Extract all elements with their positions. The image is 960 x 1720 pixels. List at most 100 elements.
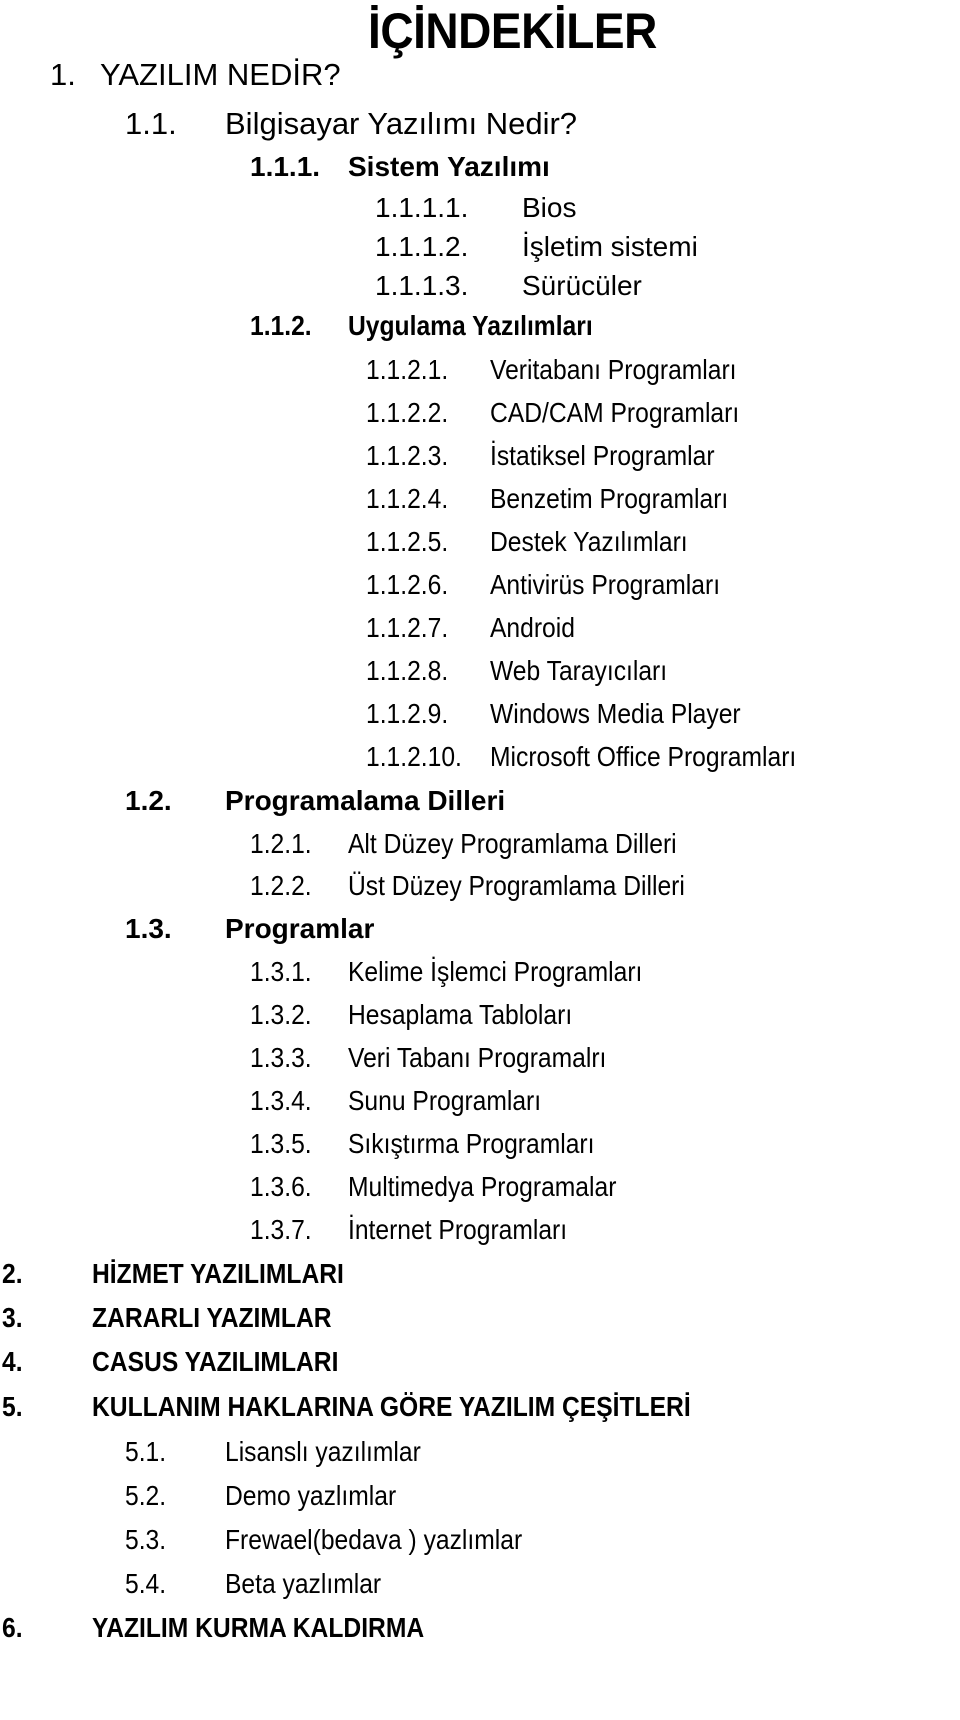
toc-entry[interactable]: 1.1.2.6. Antivirüs Programları xyxy=(0,565,960,605)
toc-entry[interactable]: 5.3. Frewael(bedava ) yazlımlar xyxy=(0,1520,960,1560)
toc-entry[interactable]: 1.1.2.5. Destek Yazılımları xyxy=(0,522,960,562)
toc-entry-text: Windows Media Player xyxy=(490,698,741,729)
toc-entry[interactable]: 1.1. Bilgisayar Yazılımı Nedir? xyxy=(0,104,960,144)
toc-entry-text: Sıkıştırma Programları xyxy=(348,1128,595,1159)
toc-entry-number: 1.1.2.5. xyxy=(366,526,449,557)
toc-entry-text: Antivirüs Programları xyxy=(490,569,721,600)
toc-entry-text: Frewael(bedava ) yazlımlar xyxy=(225,1524,523,1555)
toc-entry[interactable]: 1.3. Programlar xyxy=(0,909,960,949)
toc-entry[interactable]: 1.1.1.3. Sürücüler xyxy=(0,266,960,306)
toc-entry[interactable]: 1.3.7. İnternet Programları xyxy=(0,1210,960,1250)
toc-entry-text: Kelime İşlemci Programları xyxy=(348,956,643,987)
toc-entry-text: Lisanslı yazılımlar xyxy=(225,1436,421,1467)
toc-entry-text: Bilgisayar Yazılımı Nedir? xyxy=(225,106,578,141)
toc-entry-text: Programalama Dilleri xyxy=(225,785,506,816)
toc-entry-text: Uygulama Yazılımları xyxy=(348,310,593,341)
toc-entry-text: Sistem Yazılımı xyxy=(348,151,550,182)
toc-entry-text: HİZMET YAZILIMLARI xyxy=(92,1258,344,1289)
toc-entry-number: 1.2. xyxy=(125,785,172,816)
toc-entry[interactable]: 1.1.2.3. İstatiksel Programlar xyxy=(0,436,960,476)
toc-entry-text: CAD/CAM Programları xyxy=(490,397,740,428)
toc-entry[interactable]: 6. YAZILIM KURMA KALDIRMA xyxy=(0,1608,960,1648)
toc-entry-text: Alt Düzey Programlama Dilleri xyxy=(348,828,677,859)
table-of-contents: 1. YAZILIM NEDİR? 1.1. Bilgisayar Yazılı… xyxy=(0,0,960,1720)
toc-entry-number: 1.3.6. xyxy=(250,1171,312,1202)
toc-entry-text: Üst Düzey Programlama Dilleri xyxy=(348,870,685,901)
toc-entry-text: Web Tarayıcıları xyxy=(490,655,668,686)
toc-entry-text: Veri Tabanı Programalrı xyxy=(348,1042,607,1073)
toc-entry-number: 1.3.3. xyxy=(250,1042,312,1073)
toc-entry[interactable]: 1.3.3. Veri Tabanı Programalrı xyxy=(0,1038,960,1078)
toc-entry-text: KULLANIM HAKLARINA GÖRE YAZILIM ÇEŞİTLER… xyxy=(92,1391,691,1422)
toc-entry-number: 1.1.1.3. xyxy=(375,270,469,301)
toc-entry-text: Demo yazlımlar xyxy=(225,1480,397,1511)
toc-entry-number: 1.1.2.4. xyxy=(366,483,449,514)
toc-entry[interactable]: 1.1.1.1. Bios xyxy=(0,188,960,228)
toc-entry[interactable]: 1.3.5. Sıkıştırma Programları xyxy=(0,1124,960,1164)
toc-entry[interactable]: 1.3.2. Hesaplama Tabloları xyxy=(0,995,960,1035)
toc-entry-number: 1.2.2. xyxy=(250,870,312,901)
toc-entry-number: 1.1.1.2. xyxy=(375,231,469,262)
toc-entry[interactable]: 1.1.1. Sistem Yazılımı xyxy=(0,147,960,187)
toc-entry[interactable]: 1.3.4. Sunu Programları xyxy=(0,1081,960,1121)
toc-entry-text: Veritabanı Programları xyxy=(490,354,737,385)
toc-entry-number: 1.1. xyxy=(125,106,177,141)
toc-entry-number: 1.1.2.9. xyxy=(366,698,449,729)
toc-entry-number: 5.3. xyxy=(125,1524,167,1555)
toc-entry[interactable]: 1.1.2.4. Benzetim Programları xyxy=(0,479,960,519)
toc-entry-text: Multimedya Programalar xyxy=(348,1171,617,1202)
toc-entry-number: 1.2.1. xyxy=(250,828,312,859)
toc-entry-text: Sunu Programları xyxy=(348,1085,542,1116)
toc-entry[interactable]: 1.3.1. Kelime İşlemci Programları xyxy=(0,952,960,992)
toc-entry[interactable]: 1.1.2.9. Windows Media Player xyxy=(0,694,960,734)
toc-entry-text: Android xyxy=(490,612,575,643)
toc-entry[interactable]: 1.2.1. Alt Düzey Programlama Dilleri xyxy=(0,824,960,864)
toc-entry-number: 5.2. xyxy=(125,1480,167,1511)
toc-entry[interactable]: 1.1.2. Uygulama Yazılımları xyxy=(0,306,960,346)
toc-entry-number: 4. xyxy=(2,1346,23,1377)
toc-entry-number: 1.1.2.6. xyxy=(366,569,449,600)
toc-entry-text: İnternet Programları xyxy=(348,1214,568,1245)
toc-entry[interactable]: 1. YAZILIM NEDİR? xyxy=(0,55,960,95)
toc-entry-number: 1.3.4. xyxy=(250,1085,312,1116)
toc-entry-number: 6. xyxy=(2,1612,23,1643)
toc-entry-number: 1. xyxy=(50,57,76,92)
toc-entry[interactable]: 1.3.6. Multimedya Programalar xyxy=(0,1167,960,1207)
toc-entry[interactable]: 3. ZARARLI YAZIMLAR xyxy=(0,1298,960,1338)
toc-entry-number: 5.4. xyxy=(125,1568,167,1599)
toc-entry[interactable]: 5.2. Demo yazlımlar xyxy=(0,1476,960,1516)
toc-entry-number: 1.1.2.1. xyxy=(366,354,449,385)
toc-entry-text: İşletim sistemi xyxy=(522,231,698,262)
toc-entry[interactable]: 2. HİZMET YAZILIMLARI xyxy=(0,1254,960,1294)
toc-entry-number: 1.1.2.3. xyxy=(366,440,449,471)
toc-entry[interactable]: 1.2. Programalama Dilleri xyxy=(0,781,960,821)
toc-entry-text: ZARARLI YAZIMLAR xyxy=(92,1302,332,1333)
toc-entry-number: 1.1.2. xyxy=(250,310,312,341)
toc-entry[interactable]: 4. CASUS YAZILIMLARI xyxy=(0,1342,960,1382)
toc-entry[interactable]: 1.1.2.1. Veritabanı Programları xyxy=(0,350,960,390)
toc-entry-text: YAZILIM KURMA KALDIRMA xyxy=(92,1612,425,1643)
toc-entry-text: Sürücüler xyxy=(522,270,642,301)
toc-entry[interactable]: 1.1.2.8. Web Tarayıcıları xyxy=(0,651,960,691)
toc-entry-text: YAZILIM NEDİR? xyxy=(100,57,341,92)
toc-entry-number: 1.1.2.10. xyxy=(366,741,462,772)
toc-entry-number: 5. xyxy=(2,1391,23,1422)
toc-entry-number: 1.1.2.7. xyxy=(366,612,449,643)
toc-entry[interactable]: 1.1.2.2. CAD/CAM Programları xyxy=(0,393,960,433)
toc-entry-number: 5.1. xyxy=(125,1436,167,1467)
toc-entry[interactable]: 1.2.2. Üst Düzey Programlama Dilleri xyxy=(0,866,960,906)
toc-entry-text: CASUS YAZILIMLARI xyxy=(92,1346,339,1377)
toc-entry[interactable]: 1.1.1.2. İşletim sistemi xyxy=(0,227,960,267)
toc-entry-text: Benzetim Programları xyxy=(490,483,729,514)
toc-entry-text: Microsoft Office Programları xyxy=(490,741,797,772)
toc-entry-number: 1.3.5. xyxy=(250,1128,312,1159)
toc-entry-text: Bios xyxy=(522,192,577,223)
toc-entry-text: Beta yazlımlar xyxy=(225,1568,382,1599)
toc-entry[interactable]: 5.1. Lisanslı yazılımlar xyxy=(0,1432,960,1472)
toc-entry[interactable]: 1.1.2.10. Microsoft Office Programları xyxy=(0,737,960,777)
toc-entry[interactable]: 1.1.2.7. Android xyxy=(0,608,960,648)
toc-entry[interactable]: 5. KULLANIM HAKLARINA GÖRE YAZILIM ÇEŞİT… xyxy=(0,1387,960,1427)
toc-entry[interactable]: 5.4. Beta yazlımlar xyxy=(0,1564,960,1604)
toc-entry-text: İstatiksel Programlar xyxy=(490,440,715,471)
toc-entry-number: 3. xyxy=(2,1302,23,1333)
